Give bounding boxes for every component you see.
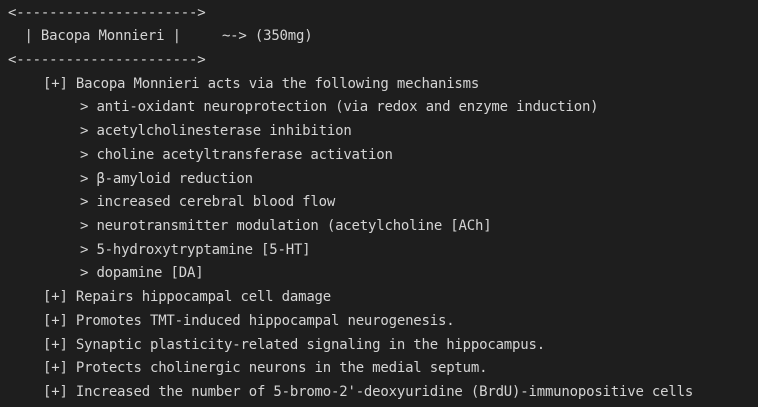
effect-item: [+] Promotes TMT-induced hippocampal neu… [43,313,455,329]
effect-item: [+] Repairs hippocampal cell damage [43,289,332,305]
mechanism-item: > β-amyloid reduction [80,171,253,187]
mechanism-item: > acetylcholinesterase inhibition [80,123,352,139]
effect-item: [+] Increased the number of 5-bromo-2'-d… [43,384,694,400]
header-border-bottom: <----------------------> [8,52,206,68]
header-border-top: <----------------------> [8,5,206,21]
mechanism-item: > dopamine [DA] [80,265,204,281]
terminal-output: <----------------------> | Bacopa Monnie… [0,0,758,407]
effect-item: [+] Protects cholinergic neurons in the … [43,360,488,376]
header-title: | Bacopa Monnieri | ~-> (350mg) [8,28,313,44]
mechanism-item: > increased cerebral blood flow [80,194,336,210]
mechanism-item: > anti-oxidant neuroprotection (via redo… [80,99,599,115]
mechanisms-heading: [+] Bacopa Monnieri acts via the followi… [43,76,480,92]
mechanism-item: > 5-hydroxytryptamine [5-HT] [80,242,311,258]
effect-item: [+] Synaptic plasticity-related signalin… [43,337,545,353]
mechanism-item: > neurotransmitter modulation (acetylcho… [80,218,492,234]
mechanism-item: > choline acetyltransferase activation [80,147,393,163]
